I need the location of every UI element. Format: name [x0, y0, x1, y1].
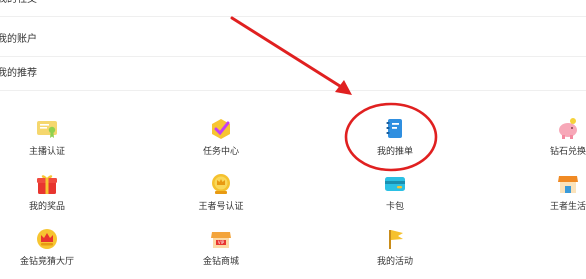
crown-badge-icon [212, 174, 230, 194]
tile-king-life[interactable]: 王者生活 [508, 172, 586, 224]
tile-task-center[interactable]: 任务中心 [161, 117, 281, 169]
tile-label: 我的推单 [376, 147, 413, 157]
tile-label: 王者生活 [549, 202, 586, 212]
tile-card-wallet[interactable]: 卡包 [335, 172, 455, 224]
flag-icon [389, 230, 403, 249]
tile-label: 金钻商城 [202, 257, 239, 267]
tile-label: 主播认证 [28, 147, 65, 157]
tile-label: 我的活动 [376, 257, 413, 267]
tile-label: 卡包 [385, 202, 404, 212]
vip-crown-icon [37, 229, 57, 249]
tile-label: 王者号认证 [198, 202, 244, 212]
store-icon [558, 176, 578, 193]
tile-golden-diamond-mall[interactable]: VIP 金钻商城 [161, 227, 281, 279]
notebook-icon [386, 119, 402, 138]
tile-my-prizes[interactable]: 我的奖品 [0, 172, 107, 224]
task-check-icon [212, 119, 230, 139]
tile-label: 我的奖品 [28, 202, 65, 212]
card-wallet-icon [385, 177, 405, 191]
certificate-icon [37, 121, 57, 138]
tile-label: 钻石兑换 [549, 147, 586, 157]
feature-grid: 主播认证 任务中心 我的推单 钻石兑换 我的奖品 王者号认证 卡包 王者生活 金… [0, 0, 586, 271]
shop-icon: VIP [211, 232, 231, 248]
tile-diamond-exchange[interactable]: 钻石兑换 [508, 117, 586, 169]
tile-label: 任务中心 [202, 147, 239, 157]
tile-my-events[interactable]: 我的活动 [335, 227, 455, 279]
piggy-bank-icon [559, 118, 577, 139]
tile-label: 金钻竞猜大厅 [19, 257, 74, 267]
tile-king-certification[interactable]: 王者号认证 [161, 172, 281, 224]
gift-box-icon [37, 175, 57, 194]
svg-text:VIP: VIP [218, 240, 225, 245]
tile-my-tips[interactable]: 我的推单 [335, 117, 455, 169]
tile-anchor-certification[interactable]: 主播认证 [0, 117, 107, 169]
tile-golden-diamond-guess-hall[interactable]: 金钻竞猜大厅 [0, 227, 107, 279]
